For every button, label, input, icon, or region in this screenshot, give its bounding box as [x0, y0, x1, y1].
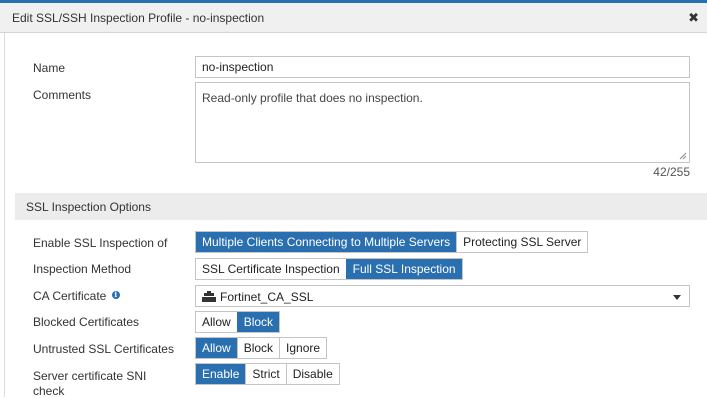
untrusted-ssl-label: Untrusted SSL Certificates: [33, 342, 174, 356]
multiple-clients-option[interactable]: Multiple Clients Connecting to Multiple …: [196, 232, 457, 252]
sni-check-label-line2: check: [33, 384, 65, 398]
blocked-allow-option[interactable]: Allow: [196, 312, 237, 332]
blocked-certificates-toggle: Allow Block: [195, 311, 281, 333]
untrusted-block-option[interactable]: Block: [236, 338, 280, 358]
ssl-certificate-inspection-option[interactable]: SSL Certificate Inspection: [196, 259, 346, 279]
ca-certificate-value: Fortinet_CA_SSL: [220, 290, 314, 304]
section-title: SSL Inspection Options: [26, 200, 151, 214]
dialog-title-bar: Edit SSL/SSH Inspection Profile - no-ins…: [0, 3, 707, 33]
resize-handle-icon[interactable]: [679, 152, 687, 160]
untrusted-allow-option[interactable]: Allow: [196, 338, 237, 358]
sni-enable-option[interactable]: Enable: [196, 364, 246, 384]
name-input[interactable]: [195, 56, 690, 78]
ssl-inspection-options-header: SSL Inspection Options: [15, 193, 707, 220]
info-icon[interactable]: i: [111, 291, 120, 299]
sni-strict-option[interactable]: Strict: [245, 364, 286, 384]
inspection-method-label: Inspection Method: [33, 262, 132, 276]
untrusted-ignore-option[interactable]: Ignore: [279, 338, 327, 358]
enable-ssl-label: Enable SSL Inspection of: [33, 236, 168, 250]
chevron-down-icon: [673, 295, 681, 300]
sni-disable-option[interactable]: Disable: [285, 364, 339, 384]
dialog-title: Edit SSL/SSH Inspection Profile - no-ins…: [12, 11, 265, 25]
comments-text: Read-only profile that does no inspectio…: [202, 91, 423, 105]
blocked-block-option[interactable]: Block: [236, 312, 280, 332]
ca-certificate-select[interactable]: Fortinet_CA_SSL: [195, 285, 690, 307]
untrusted-ssl-toggle: Allow Block Ignore: [195, 337, 328, 359]
comments-label: Comments: [33, 88, 92, 102]
sni-check-toggle: Enable Strict Disable: [195, 363, 340, 385]
close-icon[interactable]: ✖: [688, 10, 699, 26]
blocked-certificates-label: Blocked Certificates: [33, 315, 140, 329]
inspection-method-toggle: SSL Certificate Inspection Full SSL Insp…: [195, 258, 463, 280]
sni-check-label-line1: Server certificate SNI: [33, 369, 147, 383]
enable-ssl-toggle: Multiple Clients Connecting to Multiple …: [195, 231, 589, 253]
protecting-ssl-server-option[interactable]: Protecting SSL Server: [456, 232, 588, 252]
ca-certificate-label: CA Certificate i: [33, 289, 120, 303]
full-ssl-inspection-option[interactable]: Full SSL Inspection: [345, 259, 462, 279]
comments-textarea[interactable]: Read-only profile that does no inspectio…: [195, 82, 690, 163]
certificate-icon: [202, 291, 216, 302]
ca-certificate-label-text: CA Certificate: [33, 289, 107, 303]
name-label: Name: [33, 61, 66, 75]
comments-char-counter: 42/255: [653, 165, 690, 179]
